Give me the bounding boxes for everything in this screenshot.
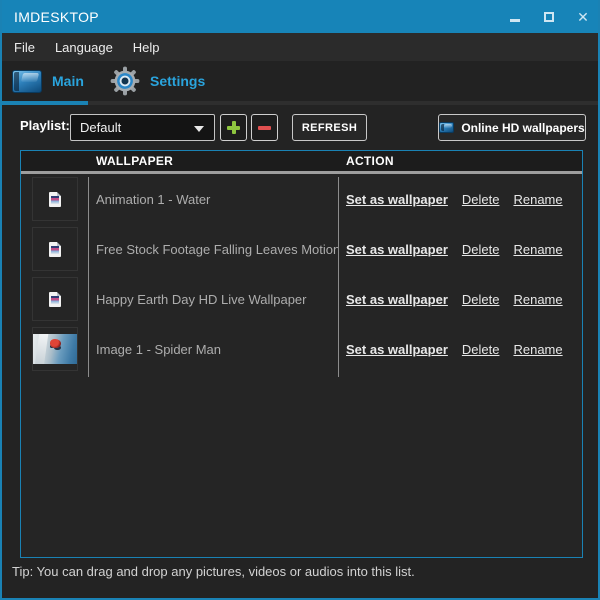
set-as-wallpaper-link[interactable]: Set as wallpaper — [346, 342, 448, 357]
set-as-wallpaper-link[interactable]: Set as wallpaper — [346, 292, 448, 307]
wallpaper-thumbnail — [48, 191, 61, 207]
header-action-column: ACTION — [346, 154, 394, 168]
rename-link[interactable]: Rename — [513, 342, 562, 357]
playlist-label: Playlist: — [20, 118, 70, 133]
wallpaper-thumbnail-cell — [21, 324, 88, 374]
close-button[interactable]: ✕ — [566, 0, 598, 33]
wallpaper-actions-cell: Set as wallpaper Delete Rename — [338, 224, 582, 274]
gear-icon — [110, 66, 140, 96]
toolbar: Playlist: Default REFRESH Online HD wall… — [2, 105, 598, 150]
plus-icon — [227, 121, 240, 134]
thumbnail-frame — [31, 227, 78, 271]
playlist-selected-value: Default — [80, 120, 122, 135]
tab-main-label: Main — [52, 73, 84, 89]
online-button-label: Online HD wallpapers — [461, 120, 585, 135]
online-hd-wallpapers-button[interactable]: Online HD wallpapers — [438, 114, 586, 141]
monitor-icon — [12, 69, 42, 93]
tab-settings-label: Settings — [150, 73, 206, 89]
wallpaper-thumbnail — [48, 241, 61, 257]
wallpaper-thumbnail-cell — [21, 224, 88, 274]
wallpaper-actions-cell: Set as wallpaper Delete Rename — [338, 274, 582, 324]
window-controls: ✕ — [498, 0, 598, 33]
set-as-wallpaper-link[interactable]: Set as wallpaper — [346, 192, 448, 207]
header-wallpaper-column: WALLPAPER — [96, 154, 174, 168]
tip-text: Tip: You can drag and drop any pictures,… — [12, 564, 415, 579]
wallpaper-name-cell: Animation 1 - Water — [88, 174, 338, 224]
wallpaper-name: Happy Earth Day HD Live Wallpaper — [96, 291, 307, 307]
table-body: Animation 1 - Water Set as wallpaper Del… — [21, 174, 582, 374]
delete-link[interactable]: Delete — [462, 192, 500, 207]
wallpaper-actions-cell: Set as wallpaper Delete Rename — [338, 174, 582, 224]
title-bar: IMDESKTOP ✕ — [2, 0, 598, 33]
table-row[interactable]: Animation 1 - Water Set as wallpaper Del… — [21, 174, 582, 224]
wallpaper-thumbnail — [32, 334, 77, 364]
playlist-dropdown[interactable]: Default — [70, 114, 215, 141]
add-playlist-button[interactable] — [220, 114, 247, 141]
set-as-wallpaper-link[interactable]: Set as wallpaper — [346, 242, 448, 257]
table-row[interactable]: Image 1 - Spider Man Set as wallpaper De… — [21, 324, 582, 374]
wallpaper-thumbnail-cell — [21, 274, 88, 324]
wallpaper-thumbnail — [48, 291, 61, 307]
wallpaper-table: WALLPAPER ACTION Animation 1 - Water Set… — [20, 150, 583, 558]
wallpaper-name-cell: Happy Earth Day HD Live Wallpaper — [88, 274, 338, 324]
thumbnail-frame — [31, 277, 78, 321]
header-thumbnail-column — [21, 151, 88, 171]
wallpaper-actions-cell: Set as wallpaper Delete Rename — [338, 324, 582, 374]
refresh-button-label: REFRESH — [301, 121, 358, 134]
thumbnail-frame — [31, 177, 78, 221]
menu-language[interactable]: Language — [45, 33, 123, 61]
column-divider — [338, 177, 339, 377]
wallpaper-name: Image 1 - Spider Man — [96, 341, 222, 357]
delete-link[interactable]: Delete — [462, 342, 500, 357]
tab-settings[interactable]: Settings — [110, 61, 205, 101]
delete-link[interactable]: Delete — [462, 242, 500, 257]
table-row[interactable]: Free Stock Footage Falling Leaves Motion… — [21, 224, 582, 274]
thumbnail-frame — [31, 327, 78, 371]
maximize-icon — [544, 11, 554, 22]
table-header: WALLPAPER ACTION — [21, 151, 582, 174]
table-row[interactable]: Happy Earth Day HD Live Wallpaper Set as… — [21, 274, 582, 324]
wallpaper-name: Animation 1 - Water — [96, 191, 211, 207]
wallpaper-name: Free Stock Footage Falling Leaves Motion… — [96, 241, 338, 257]
refresh-button[interactable]: REFRESH — [292, 114, 367, 141]
tab-bar: Main Settings — [2, 61, 598, 105]
menu-file[interactable]: File — [4, 33, 45, 61]
window-title: IMDESKTOP — [14, 8, 99, 25]
chevron-down-icon — [194, 126, 204, 132]
minimize-button[interactable] — [498, 0, 532, 33]
tab-main[interactable]: Main — [12, 61, 84, 101]
menu-help[interactable]: Help — [123, 33, 170, 61]
remove-playlist-button[interactable] — [251, 114, 278, 141]
rename-link[interactable]: Rename — [513, 242, 562, 257]
column-divider — [88, 177, 89, 377]
minimize-icon — [510, 19, 520, 22]
wallpaper-name-cell: Free Stock Footage Falling Leaves Motion… — [88, 224, 338, 274]
delete-link[interactable]: Delete — [462, 292, 500, 307]
menu-bar: File Language Help — [2, 33, 598, 61]
wallpaper-name-cell: Image 1 - Spider Man — [88, 324, 338, 374]
maximize-button[interactable] — [532, 0, 566, 33]
app-window: IMDESKTOP ✕ File Language Help Main Sett… — [0, 0, 600, 600]
minus-icon — [258, 125, 271, 130]
close-icon: ✕ — [577, 8, 589, 25]
rename-link[interactable]: Rename — [513, 192, 562, 207]
monitor-icon — [439, 122, 455, 133]
rename-link[interactable]: Rename — [513, 292, 562, 307]
wallpaper-thumbnail-cell — [21, 174, 88, 224]
